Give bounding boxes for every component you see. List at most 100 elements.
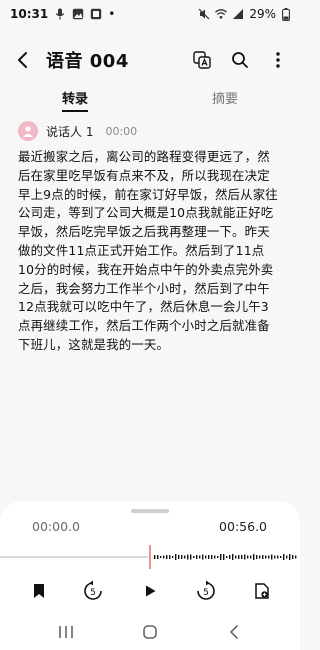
- waveform-bar: [229, 555, 231, 559]
- system-back-icon: [229, 625, 238, 639]
- waveform-bar: [214, 555, 216, 559]
- person-icon: [23, 126, 33, 137]
- waveform-bar: [268, 555, 270, 559]
- tab-summary[interactable]: 摘要: [150, 88, 300, 112]
- waveform-bar: [274, 555, 276, 559]
- home-button[interactable]: [140, 622, 160, 642]
- back-arrow-icon: [18, 52, 27, 68]
- waveform-bar: [280, 556, 282, 558]
- more-options-button[interactable]: [268, 50, 288, 70]
- speaker-avatar[interactable]: [18, 121, 38, 141]
- waveform-bar: [265, 555, 267, 559]
- waveform-bar: [238, 555, 240, 559]
- waveform-bars: [154, 554, 297, 560]
- waveform-track-left: [0, 556, 148, 558]
- mic-icon: [54, 8, 66, 20]
- waveform-bar: [289, 554, 291, 560]
- waveform-bar: [157, 555, 159, 559]
- tab-summary-label: 摘要: [211, 92, 238, 107]
- play-icon: [146, 585, 156, 597]
- save-clip-icon: [255, 583, 269, 599]
- waveform-bar: [292, 555, 294, 559]
- waveform-bar: [184, 555, 186, 559]
- waveform-bar: [187, 554, 189, 560]
- playback-controls: 5 5: [0, 575, 300, 607]
- waveform-bar: [178, 555, 180, 559]
- waveform-bar: [202, 554, 204, 560]
- signal-icon: [232, 8, 244, 20]
- tab-transcript[interactable]: 转录: [0, 88, 150, 112]
- waveform-bar: [226, 556, 228, 558]
- system-back-button[interactable]: [224, 622, 244, 642]
- waveform-bar: [196, 555, 198, 559]
- waveform-bar: [247, 555, 249, 559]
- waveform-bar: [208, 555, 210, 559]
- transcript-text[interactable]: 最近搬家之后，离公司的路程变得更远了，然后在家里吃早饭有点来不及，所以我现在决定…: [18, 148, 280, 355]
- waveform-bar: [262, 555, 264, 559]
- app-bar: 语音 004: [0, 44, 300, 76]
- recents-button[interactable]: [56, 622, 76, 642]
- waveform-bar: [205, 555, 207, 559]
- search-button[interactable]: [230, 50, 250, 70]
- waveform-bar: [256, 555, 258, 559]
- waveform-bar: [160, 556, 162, 558]
- translate-button[interactable]: [192, 50, 212, 70]
- rewind-icon: 5: [84, 580, 102, 600]
- waveform-bar: [286, 555, 288, 559]
- waveform-bar: [283, 554, 285, 560]
- waveform-bar: [181, 555, 183, 559]
- image-icon: [72, 8, 84, 20]
- status-dot: •: [108, 7, 116, 21]
- bookmark-icon: [34, 584, 44, 598]
- speaker-timestamp[interactable]: 00:00: [105, 125, 137, 138]
- home-icon: [143, 625, 157, 639]
- speaker-name[interactable]: 说话人 1: [46, 123, 93, 140]
- waveform-bar: [154, 555, 156, 559]
- save-clip-button[interactable]: [250, 579, 274, 603]
- fast-forward-icon: 5: [197, 580, 215, 600]
- tab-transcript-label: 转录: [61, 92, 88, 107]
- skip-forward-button[interactable]: 5: [194, 579, 218, 603]
- skip-forward-seconds: 5: [203, 588, 209, 598]
- waveform-bar: [223, 554, 225, 560]
- total-duration: 00:56.0: [219, 519, 267, 534]
- search-icon: [232, 52, 248, 68]
- active-tab-indicator: [62, 110, 88, 112]
- waveform-bar: [295, 555, 297, 559]
- waveform-bar: [169, 555, 171, 559]
- status-left: 10:31 •: [10, 7, 115, 21]
- status-time: 10:31: [10, 7, 49, 21]
- more-vertical-icon: [276, 52, 280, 68]
- screenshot-icon: [90, 8, 102, 20]
- current-time: 00:00.0: [32, 519, 80, 534]
- waveform-bar: [217, 556, 219, 558]
- waveform-bar: [232, 554, 234, 560]
- battery-text: 29%: [249, 7, 276, 21]
- status-bar: 10:31 • 29%: [0, 0, 300, 28]
- waveform-bar: [244, 554, 246, 560]
- drag-handle[interactable]: [131, 509, 169, 513]
- status-right: 29%: [198, 7, 290, 21]
- play-button[interactable]: [134, 575, 166, 607]
- waveform-bar: [166, 555, 168, 559]
- wifi-icon: [215, 8, 228, 20]
- battery-icon: [281, 7, 290, 21]
- app-bar-actions: [192, 50, 290, 70]
- back-button[interactable]: [10, 47, 36, 73]
- skip-back-seconds: 5: [90, 588, 96, 598]
- waveform-bar: [220, 554, 222, 560]
- waveform-bar: [259, 555, 261, 559]
- waveform-scrubber[interactable]: [0, 545, 300, 569]
- waveform-bar: [199, 555, 201, 559]
- waveform-bar: [277, 555, 279, 559]
- waveform-bar: [190, 554, 192, 560]
- recents-icon: [59, 626, 73, 638]
- speaker-header: 说话人 1 00:00: [18, 121, 137, 141]
- waveform-bar: [175, 554, 177, 560]
- skip-back-button[interactable]: 5: [81, 579, 105, 603]
- waveform-bar: [241, 555, 243, 559]
- waveform-bar: [172, 556, 174, 558]
- bookmark-button[interactable]: [27, 579, 51, 603]
- waveform-bar: [250, 555, 252, 559]
- waveform-bar: [253, 554, 255, 560]
